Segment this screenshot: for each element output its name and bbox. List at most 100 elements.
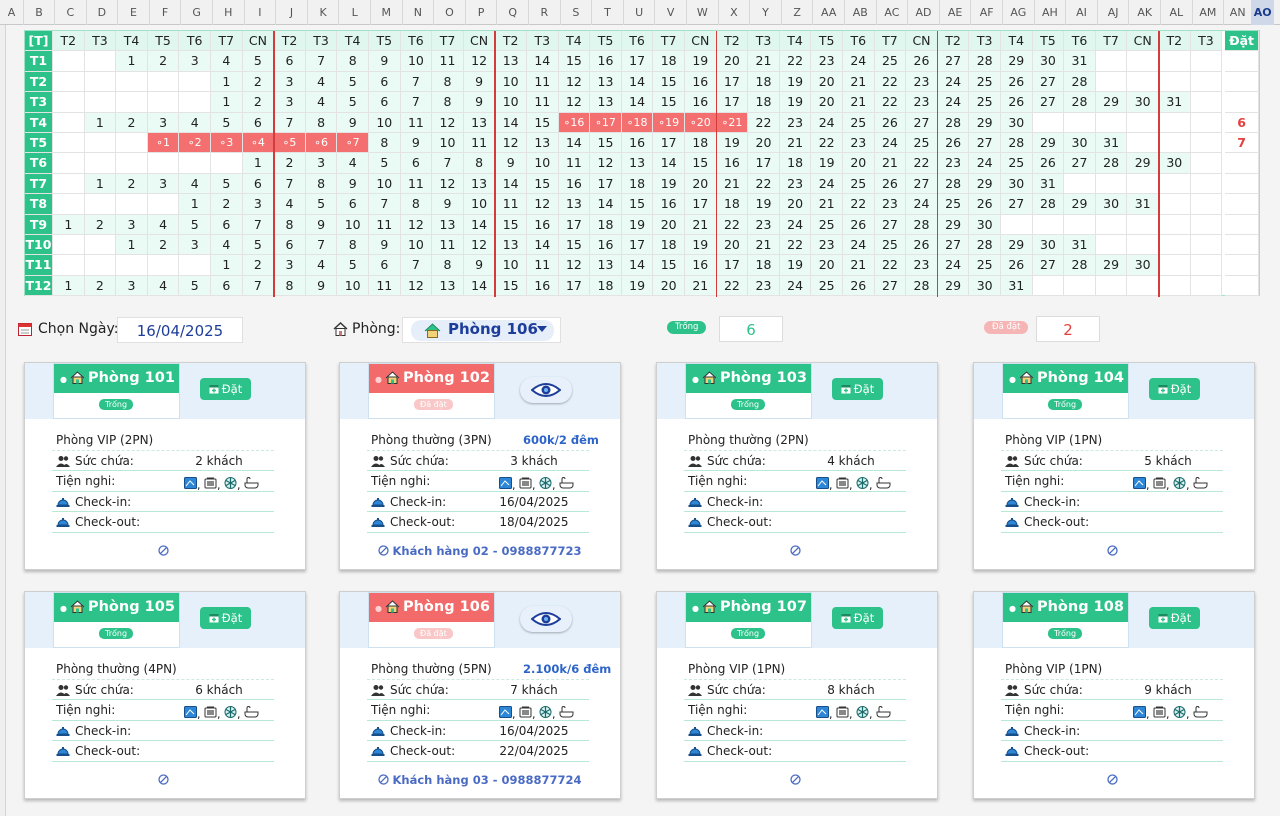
customer-info[interactable]: Khách hàng 03 - 0988877724 [340,773,620,787]
room-card: ● Phòng 106 Đã đặt Phòng thường (5PN) 2.100k… [339,591,621,799]
column-header-aj[interactable]: AJ [1098,0,1130,25]
weekday-header: T6 [621,31,654,52]
column-header-m[interactable]: M [371,0,403,25]
capacity-label: Sức chứa: [390,453,449,468]
column-header-ao[interactable]: AO [1252,0,1275,25]
calendar-day: 13 [590,71,622,93]
column-header-ah[interactable]: AH [1035,0,1067,25]
column-header-d[interactable]: D [87,0,119,25]
column-header-v[interactable]: V [655,0,687,25]
calendar-empty [116,153,148,174]
calendar-day: ∘19 [653,112,685,133]
column-header-al[interactable]: AL [1161,0,1193,25]
column-header-f[interactable]: F [150,0,182,25]
calendar-empty [84,255,117,276]
bell-icon [56,518,70,527]
calendar-day: 16 [558,173,591,195]
calendar-day: 10 [495,71,527,93]
column-header-k[interactable]: K [308,0,340,25]
customer-info[interactable] [25,773,305,787]
free-count: 6 [719,316,783,342]
column-header-b[interactable]: B [24,0,55,25]
column-header-l[interactable]: L [339,0,371,25]
calendar-day: 24 [937,92,970,113]
room-name-box: ● Phòng 101 Trống [53,363,180,419]
column-header-x[interactable]: X [719,0,751,25]
column-header-ai[interactable]: AI [1066,0,1098,25]
customer-info[interactable] [974,544,1254,558]
column-header-i[interactable]: I [245,0,277,25]
column-header-a[interactable]: A [0,0,24,25]
customer-info[interactable] [25,544,305,558]
column-header-ag[interactable]: AG [1003,0,1035,25]
view-details-button[interactable] [520,606,572,632]
book-room-button[interactable]: Đặt [832,378,883,400]
column-header-w[interactable]: W [687,0,719,25]
calendar-icon [18,323,32,336]
book-room-button[interactable]: Đặt [1149,607,1200,629]
column-header-s[interactable]: S [561,0,593,25]
date-input[interactable]: 16/04/2025 [117,317,243,343]
chevron-down-icon [537,326,547,332]
view-details-button[interactable] [520,377,572,403]
column-header-y[interactable]: Y [750,0,782,25]
date-picker-group: Chọn Ngày: 16/04/2025 [18,317,248,343]
room-card-header: ● Phòng 103 Trống Đặt [657,363,937,419]
weekday-header: T2 [1159,31,1191,52]
customer-info[interactable] [657,773,937,787]
column-header-z[interactable]: Z [782,0,814,25]
column-header-c[interactable]: C [55,0,87,25]
calendar-day: 26 [906,235,938,256]
column-header-h[interactable]: H [213,0,245,25]
book-room-button[interactable]: Đặt [832,607,883,629]
column-header-ad[interactable]: AD [908,0,940,25]
tv-icon [816,706,829,718]
calendar-day: 9 [305,275,338,297]
calendar-day: 29 [1095,92,1128,113]
customer-info[interactable] [974,773,1254,787]
calendar-day: 14 [590,194,622,215]
column-header-an[interactable]: AN [1224,0,1253,25]
column-header-j[interactable]: J [276,0,308,25]
column-header-g[interactable]: G [181,0,213,25]
column-header-aa[interactable]: AA [813,0,845,25]
snowflake-icon [856,706,869,718]
book-room-button[interactable]: Đặt [200,607,251,629]
room-name-box: ● Phòng 103 Trống [685,363,812,419]
column-header-n[interactable]: N [403,0,435,25]
book-label: Đặt [1170,382,1192,396]
calendar-day: 18 [590,275,622,297]
calendar-empty [1095,235,1128,256]
column-header-am[interactable]: AM [1193,0,1225,25]
fridge-icon [519,477,532,489]
room-card-header: ● Phòng 104 Trống Đặt [974,363,1254,419]
customer-info[interactable]: Khách hàng 02 - 0988877723 [340,544,620,558]
column-header-e[interactable]: E [118,0,150,25]
column-header-p[interactable]: P [466,0,498,25]
column-header-ac[interactable]: AC [877,0,909,25]
column-header-ak[interactable]: AK [1129,0,1161,25]
calendar-day: 19 [685,51,717,72]
column-header-o[interactable]: O [434,0,466,25]
checkin-row: Check-in: [1001,492,1223,512]
room-type-row: Phòng VIP (1PN) [1001,659,1223,680]
checkout-label: Check-out: [75,744,141,758]
customer-info[interactable] [657,544,937,558]
amenities-label: Tiện nghi: [56,703,116,717]
column-header-r[interactable]: R [529,0,561,25]
column-header-af[interactable]: AF [971,0,1003,25]
book-room-button[interactable]: Đặt [1149,378,1200,400]
capacity-row: Sức chứa: 7 khách [367,680,589,700]
column-header-u[interactable]: U [624,0,656,25]
column-header-ae[interactable]: AE [940,0,972,25]
book-room-button[interactable]: Đặt [200,378,251,400]
room-select[interactable]: Phòng 106 [402,317,561,343]
fridge-icon [204,477,217,489]
house-icon [70,371,85,384]
column-header-t[interactable]: T [592,0,624,25]
calendar-day: 10 [400,51,433,72]
calendar-day: 31 [1064,51,1096,72]
column-header-q[interactable]: Q [497,0,529,25]
column-header-ab[interactable]: AB [845,0,877,25]
bell-icon [688,497,702,507]
